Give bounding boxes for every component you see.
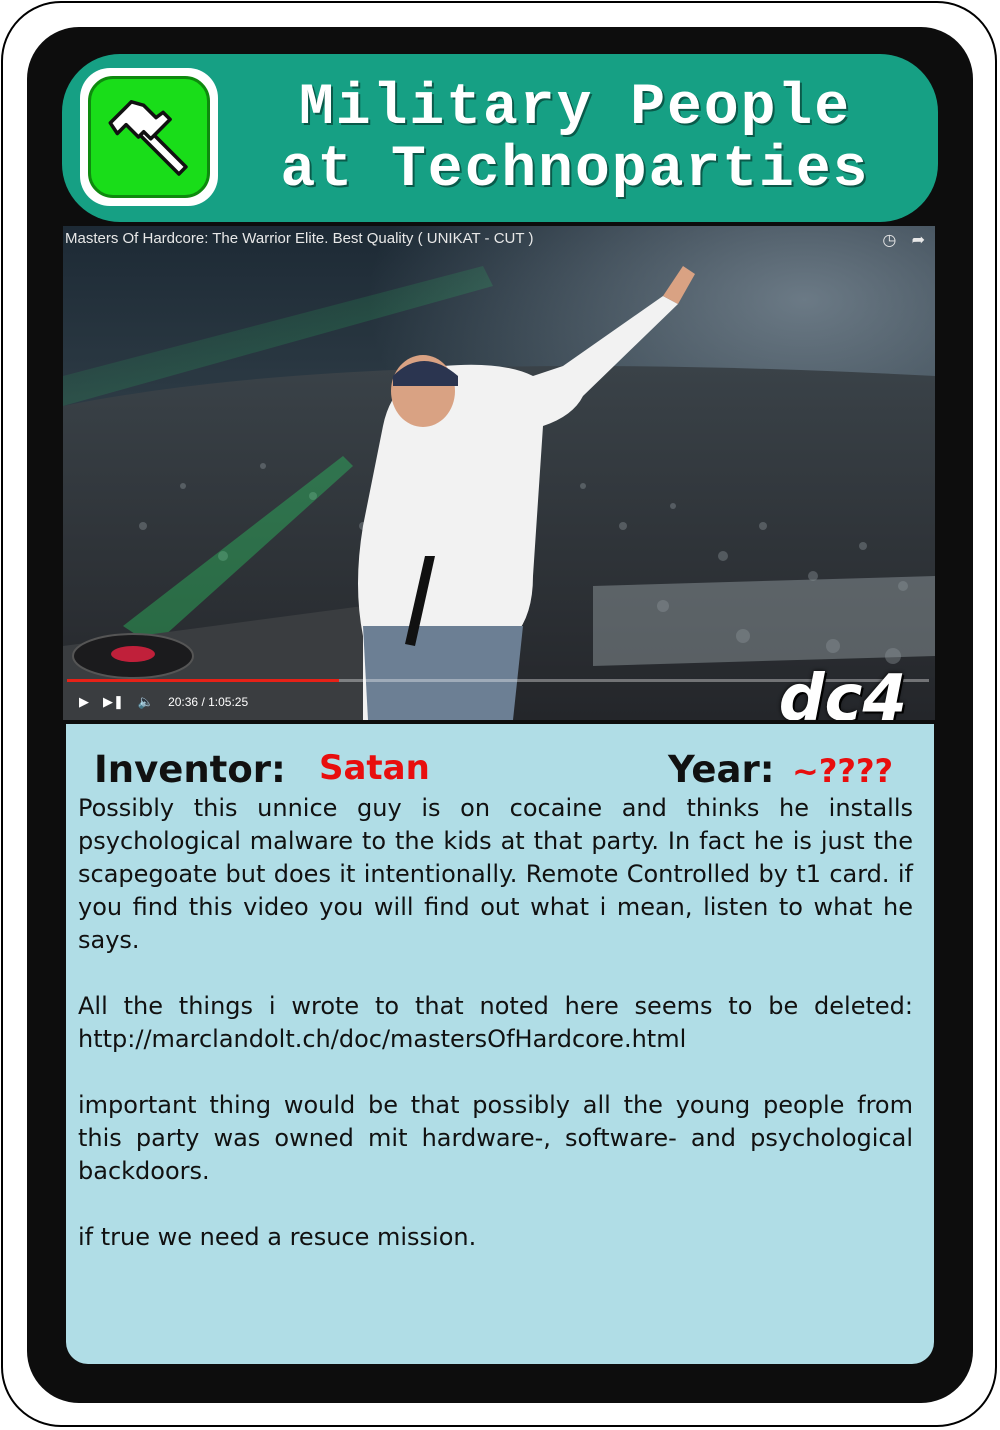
video-controls: ▶ ▶❚ 🔈 20:36 / 1:05:25 [79, 692, 248, 712]
title-line-1: Military People [298, 76, 852, 141]
card-description: Possibly this unnice guy is on cocaine a… [78, 792, 913, 1287]
description-paragraph-1: Possibly this unnice guy is on cocaine a… [78, 794, 913, 954]
logo-badge [88, 76, 210, 198]
video-player[interactable]: Masters Of Hardcore: The Warrior Elite. … [63, 226, 935, 720]
next-icon[interactable]: ▶❚ [103, 694, 124, 710]
category-logo [80, 68, 218, 206]
dc4-badge: dc4 [778, 662, 907, 720]
video-time: 20:36 / 1:05:25 [168, 695, 249, 709]
inventor-value: Satan [319, 748, 430, 788]
play-icon[interactable]: ▶ [79, 694, 89, 710]
info-panel: Inventor: Satan Year: ~???? Possibly thi… [66, 724, 934, 1364]
description-paragraph-2: All the things i wrote to that noted her… [78, 992, 913, 1053]
card-title: Military People at Technoparties [230, 78, 920, 202]
volume-icon[interactable]: 🔈 [138, 694, 154, 710]
year-value: ~???? [792, 752, 894, 790]
title-line-2: at Technoparties [280, 138, 870, 203]
video-progress-fill [67, 679, 339, 682]
video-title[interactable]: Masters Of Hardcore: The Warrior Elite. … [65, 230, 533, 247]
inventor-label: Inventor: [94, 748, 286, 791]
concert-photo [63, 226, 935, 720]
video-top-icons: ◷ ➦ [882, 230, 925, 249]
description-paragraph-3: important thing would be that possibly a… [78, 1091, 913, 1185]
hammer-icon [108, 100, 188, 176]
share-icon[interactable]: ➦ [912, 230, 925, 249]
description-paragraph-4: if true we need a resuce mission. [78, 1223, 477, 1251]
clock-icon[interactable]: ◷ [882, 230, 896, 249]
year-label: Year: [668, 748, 775, 791]
